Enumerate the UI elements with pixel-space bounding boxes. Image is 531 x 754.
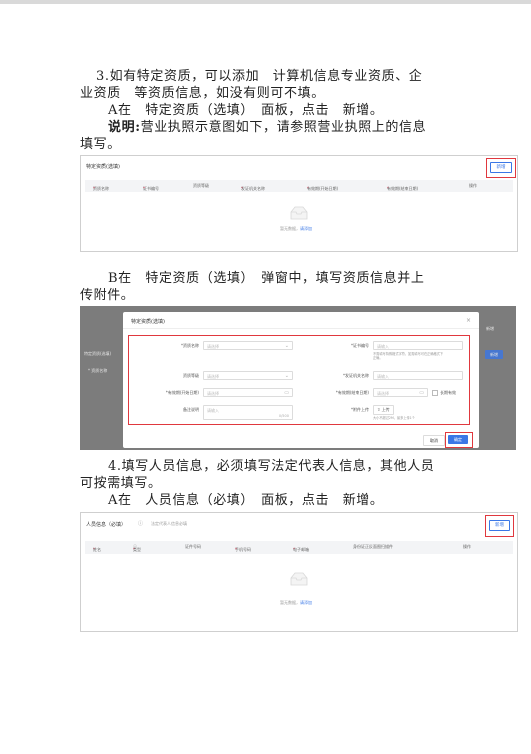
attach-label: *附件上传: [351, 407, 369, 412]
upload-button[interactable]: ⇧ 上传: [373, 405, 394, 415]
upload-hint: 大小不超过2M，最多上传1个: [373, 416, 415, 420]
figure-personnel-info: 人员信息（必填） ⓘ 法定代表人信息必填 新增 * 姓名 * 类型 ⓘ 证件号码…: [80, 512, 518, 632]
dialog-divider: [123, 328, 479, 329]
dialog-title: 特定资质(选填): [131, 319, 165, 325]
section3-line1: 3.如有特定资质，可以添加 计算机信息专业资质、企: [96, 69, 423, 84]
figure-special-qualification: 特定资质(选填) 新增 * 资质名称 * 证书编号 资质等级 * 发证机关名称 …: [80, 155, 518, 252]
background-add-button: 新增: [485, 350, 503, 359]
add-link[interactable]: 请添加: [300, 600, 312, 605]
column-header: * 类型 ⓘ: [133, 544, 141, 552]
column-header: 操作: [469, 183, 477, 188]
section4-line1: 4.填写人员信息，必须填写法定代表人信息，其他人员: [108, 459, 435, 474]
end-date-label: *有效期(结束日期): [335, 390, 369, 395]
add-link[interactable]: 请添加: [300, 226, 312, 231]
empty-box-icon: [290, 572, 308, 586]
background-label: 新增: [486, 326, 494, 331]
add-button[interactable]: 新增: [490, 162, 512, 173]
calendar-icon: ▭: [419, 390, 424, 396]
cert-label: *证书编号: [351, 343, 369, 348]
section-b-line1: B在 特定资质（选填） 弹窗中，填写资质信息并上: [108, 271, 425, 286]
remark-label: 备注说明: [183, 407, 199, 412]
chevron-down-icon: ⌄: [284, 373, 289, 379]
panel-title: 特定资质(选填): [86, 164, 120, 170]
table-header: * 资质名称 * 证书编号 资质等级 * 发证机关名称 * 有效期(开始日期) …: [85, 180, 513, 192]
section-b-line2: 传附件。: [80, 288, 135, 303]
start-date-picker[interactable]: 请选择 ▭: [203, 388, 293, 397]
help-icon: ⓘ: [138, 521, 144, 527]
page-top-border: [0, 0, 531, 4]
cert-hint: 不需填写特殊格式字符，如需填写可在正确格式下 正确。: [373, 352, 444, 360]
section3-step-a: A在 特定资质（选填） 面板，点击 新增。: [108, 103, 384, 118]
calendar-icon: ▭: [284, 390, 289, 396]
level-label: 资质等级: [183, 373, 199, 378]
longterm-checkbox[interactable]: [432, 390, 438, 396]
background-panel-title: 特定资质(选填): [84, 351, 112, 356]
empty-state-text: 暂无数据，请添加: [280, 226, 312, 231]
section3-note-line2: 填写。: [80, 137, 121, 152]
cancel-button[interactable]: 取消: [423, 435, 445, 446]
level-select[interactable]: 请选择 ⌄: [203, 371, 293, 380]
close-icon[interactable]: ×: [466, 317, 471, 324]
section3-line2: 业资质 等资质信息，如没有则可不填。: [80, 86, 325, 101]
longterm-label: 长期有效: [440, 390, 456, 395]
section3-note: 说明:营业执照示意图如下，请参照营业执照上的信息: [108, 119, 458, 136]
column-header: 身份证正反面图扫描件: [353, 544, 393, 549]
ok-button[interactable]: 确定: [448, 435, 468, 444]
section4-line2: 可按需填写。: [80, 476, 162, 491]
figure-qualification-dialog: 特定资质(选填) * 资质名称 新增 新增 特定资质(选填) × *资质名称 请…: [80, 306, 516, 450]
column-header: 操作: [463, 544, 471, 549]
upload-icon: ⇧: [377, 407, 381, 412]
remark-counter: 0/500: [278, 414, 289, 418]
chevron-down-icon: ⌄: [284, 343, 289, 349]
issuer-label: *发证机关名称: [343, 373, 369, 378]
add-button[interactable]: 新增: [489, 520, 510, 531]
qualification-dialog: 特定资质(选填) × *资质名称 请选择 ⌄ *证书编号 请输入 不需填写特殊格式…: [123, 312, 479, 448]
document-page: 3.如有特定资质，可以添加 计算机信息专业资质、企 业资质 等资质信息，如没有则…: [0, 0, 531, 754]
cert-input[interactable]: 请输入: [373, 341, 463, 350]
name-label: *资质名称: [181, 343, 199, 348]
note-label: 说明:: [108, 120, 141, 135]
start-date-label: *有效期(开始日期): [165, 390, 199, 395]
remark-textarea[interactable]: 请输入 0/500: [203, 405, 293, 420]
column-header: 资质等级: [193, 183, 209, 188]
note-text: 营业执照示意图如下，请参照营业执照上的信息: [140, 120, 427, 135]
panel-title: 人员信息（必填）: [86, 522, 127, 528]
empty-box-icon: [290, 206, 308, 220]
section4-step-a: A在 人员信息（必填） 面板，点击 新增。: [108, 493, 384, 508]
background-column: * 资质名称: [88, 368, 108, 373]
end-date-picker[interactable]: 请选择 ▭: [373, 388, 428, 397]
issuer-input[interactable]: 请输入: [373, 371, 463, 380]
panel-subtitle: 法定代表人信息必填: [151, 521, 187, 526]
table-header: * 姓名 * 类型 ⓘ 证件号码 * 手机号码 * 电子邮箱 身份证正反面图扫描…: [85, 541, 513, 554]
empty-state-text: 暂无数据，请添加: [280, 600, 312, 605]
column-header: 证件号码: [185, 544, 201, 549]
name-select[interactable]: 请选择 ⌄: [203, 341, 293, 350]
